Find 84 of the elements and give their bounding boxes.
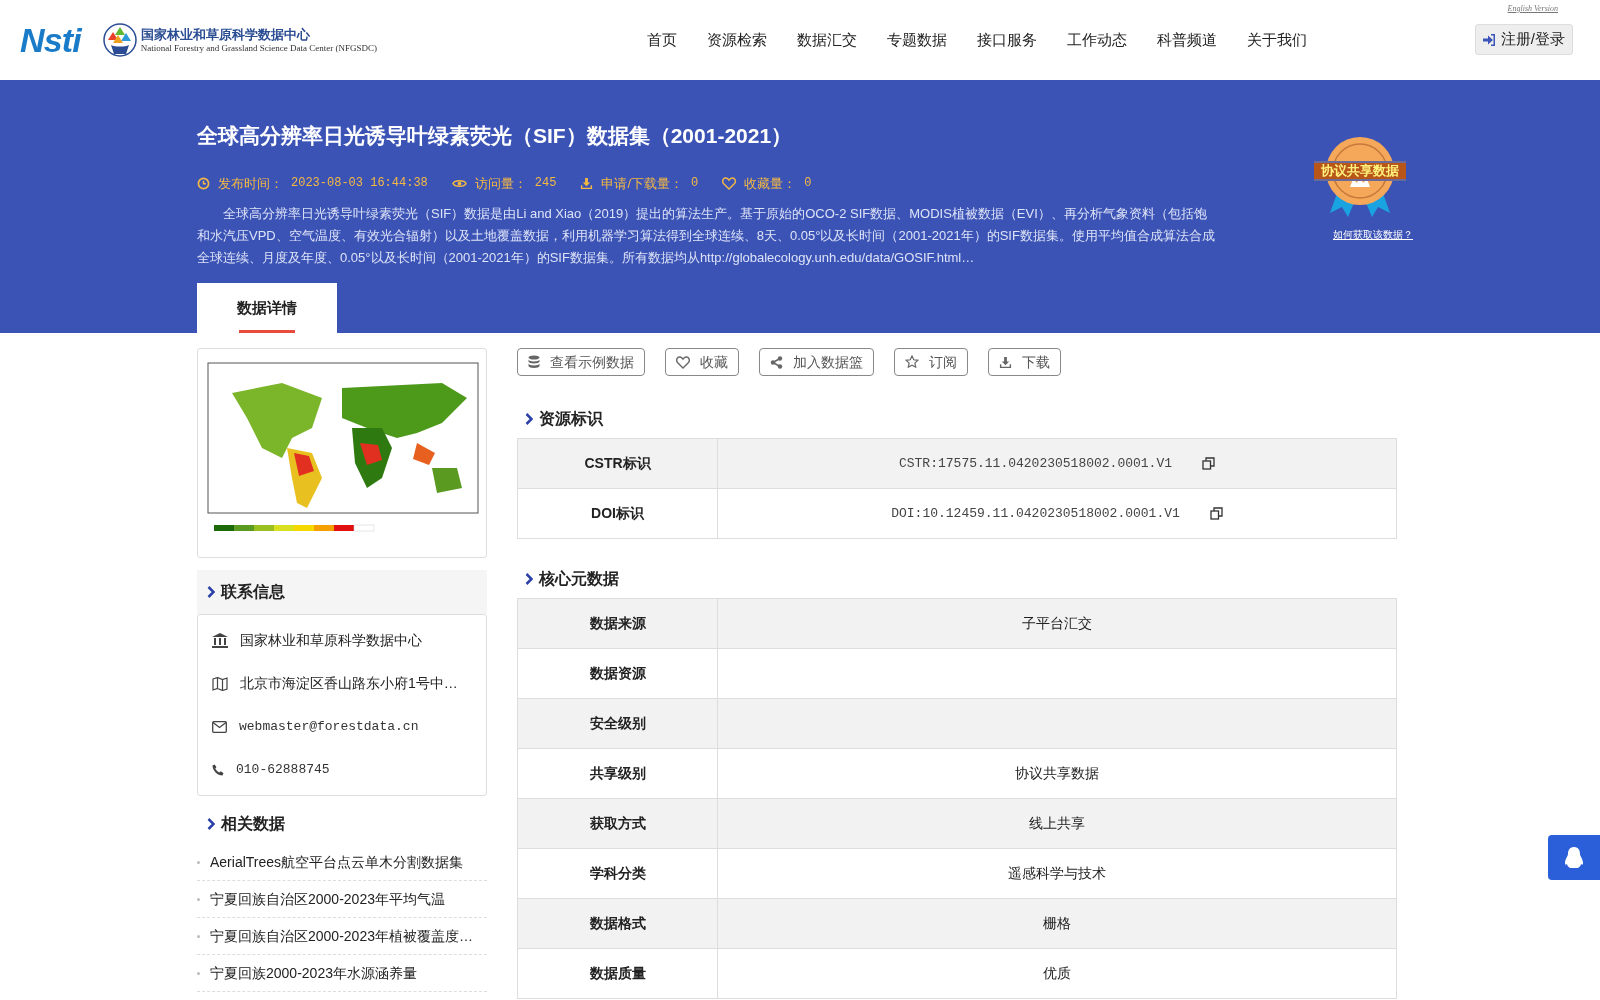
clock-icon: [197, 176, 210, 190]
action-button[interactable]: 订阅: [894, 348, 968, 376]
field-value: 子平台汇交: [1022, 614, 1092, 633]
section-heading: 资源标识: [539, 409, 603, 429]
related-dataset-link[interactable]: 宁夏回族自治区2000-2023年平均气温: [210, 888, 445, 910]
field-value: 遥感科学与技术: [1008, 864, 1106, 883]
field-value: DOI:10.12459.11.0420230518002.0001.V1: [891, 504, 1180, 523]
english-version-link[interactable]: English Version: [1507, 3, 1558, 15]
meta-label: 访问量：: [474, 174, 527, 193]
field-label: 数据格式: [589, 914, 646, 933]
copy-icon[interactable]: [1209, 507, 1223, 520]
field-label: 数据质量: [589, 964, 646, 983]
field-value: 协议共享数据: [1015, 764, 1099, 783]
chevron-icon: [207, 586, 215, 598]
map-icon: [212, 676, 228, 691]
nav-link[interactable]: 数据汇交: [797, 28, 858, 52]
dataset-description: 全球高分辨率日光诱导叶绿素荧光（SIF）数据是由Li and Xiao（2019）提出的算法生产。基于原始的OCO-2 SIF数据、MODIS植被数据（EVI）、再分析气象资料（包括饱和水汽压VPD、空气温度、有效光合辐射）以及土地覆盖数据，利用机器学习算法得到全球连续、8天、0.05°以及长时间（2001-2021年）的SIF数据集。使用平均值合成算法合成全球连续、月度及年度、0.05°以及长时间（2001-2021年）的SIF数据集。所有数据均从http://globalecology.unh.edu/data/GOSIF.html…: [197, 205, 1216, 267]
download-icon: [580, 176, 594, 190]
chat-button[interactable]: [1548, 835, 1600, 880]
field-label: 数据来源: [589, 614, 646, 633]
nav-link[interactable]: 资源检索: [707, 28, 768, 52]
chevron-icon: [207, 818, 215, 830]
field-value: 优质: [1043, 964, 1071, 983]
field-label: 获取方式: [589, 814, 646, 833]
login-button[interactable]: 注册/登录: [1474, 24, 1573, 55]
contact-text: webmaster@forestdata.cn: [239, 717, 419, 736]
action-button[interactable]: 查看示例数据: [517, 348, 645, 376]
nav-link[interactable]: 首页: [647, 28, 678, 52]
database-icon: [528, 355, 540, 369]
contact-text: 北京市海淀区香山路东小府1号中…: [240, 674, 458, 693]
section-heading: 相关数据: [221, 814, 285, 834]
field-value: 线上共享: [1029, 814, 1085, 833]
heart-icon: [676, 355, 690, 369]
how-to-get-link[interactable]: 如何获取该数据？: [1333, 227, 1413, 242]
dataset-title: 全球高分辨率日光诱导叶绿素荧光（SIF）数据集（2001-2021）: [197, 123, 794, 149]
site-title: 国家林业和草原科学数据中心: [140, 26, 311, 43]
tab[interactable]: 数据详情: [197, 283, 337, 333]
meta-value: 0: [691, 175, 699, 193]
nav-link[interactable]: 工作动态: [1067, 28, 1128, 52]
nav-link[interactable]: 接口服务: [977, 28, 1038, 52]
related-dataset-link[interactable]: 宁夏回族自治区2000-2023年植被覆盖度…: [210, 925, 473, 947]
eye-icon: [451, 177, 467, 189]
related-dataset-link[interactable]: AerialTrees航空平台点云单木分割数据集: [210, 851, 464, 873]
penguin-icon: [1563, 845, 1585, 870]
badge-label: 协议共享数据: [1314, 161, 1406, 181]
meta-value: 0: [804, 175, 812, 193]
contact-text: 010-62888745: [236, 760, 330, 779]
nav-link[interactable]: 专题数据: [887, 28, 948, 52]
download-icon: [999, 355, 1012, 369]
heart-icon: [722, 176, 737, 190]
field-label: 共享级别: [589, 764, 646, 783]
field-label: CSTR标识: [584, 454, 651, 473]
meta-label: 申请/下载量：: [601, 174, 684, 193]
field-label: 学科分类: [589, 864, 646, 883]
meta-value: 245: [534, 175, 557, 193]
share-icon: [770, 355, 783, 369]
meta-value: 2023-08-03 16:44:38: [291, 175, 428, 193]
chevron-icon: [525, 573, 533, 585]
contact-text: 国家林业和草原科学数据中心: [240, 631, 422, 650]
field-label: 数据资源: [589, 664, 646, 683]
sign-in-icon: [1482, 33, 1496, 46]
section-heading: 核心元数据: [539, 569, 619, 589]
bank-icon: [212, 633, 228, 648]
action-button[interactable]: 加入数据篮: [759, 348, 874, 376]
star-icon: [905, 355, 919, 369]
nav-link[interactable]: 关于我们: [1247, 28, 1308, 52]
meta-label: 收藏量：: [744, 174, 797, 193]
field-value: 栅格: [1043, 914, 1071, 933]
site-subtitle: National Forestry and Grassland Science Data Center (NFGSDC): [140, 42, 378, 54]
chevron-icon: [525, 413, 533, 425]
section-heading: 联系信息: [221, 582, 285, 602]
forest-logo-icon: [102, 23, 137, 57]
related-dataset-link[interactable]: 宁夏回族2000-2023年水源涵养量: [210, 962, 417, 984]
envelope-icon: [212, 720, 227, 733]
field-label: DOI标识: [591, 504, 644, 523]
meta-label: 发布时间：: [218, 174, 283, 193]
phone-icon: [212, 763, 224, 776]
copy-icon[interactable]: [1202, 457, 1215, 470]
action-button[interactable]: 收藏: [665, 348, 739, 376]
action-button[interactable]: 下载: [988, 348, 1061, 376]
field-label: 安全级别: [589, 714, 646, 733]
nav-link[interactable]: 科普频道: [1157, 28, 1218, 52]
field-value: CSTR:17575.11.0420230518002.0001.V1: [898, 454, 1172, 473]
nsti-logo[interactable]: Nsti: [20, 23, 81, 57]
